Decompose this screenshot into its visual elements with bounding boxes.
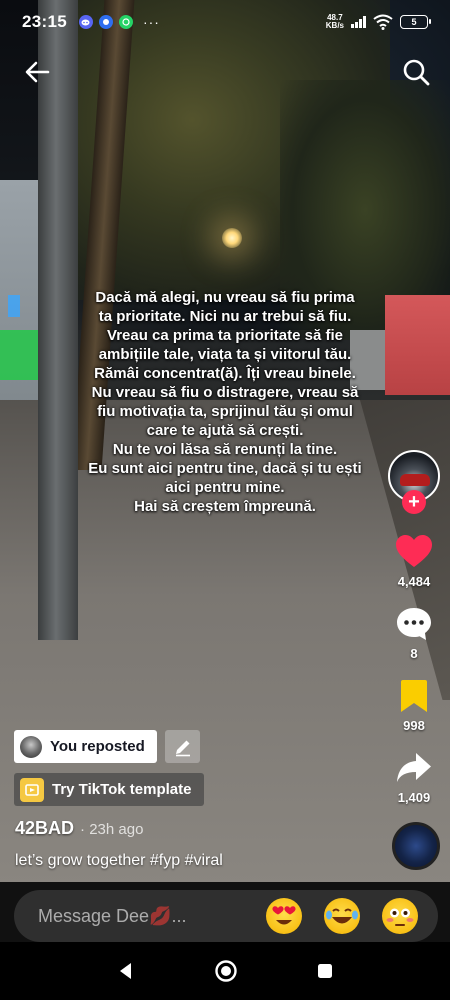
more-notifications-icon: ··· bbox=[142, 14, 160, 30]
nav-back-icon[interactable] bbox=[115, 960, 137, 982]
music-disc[interactable] bbox=[392, 822, 440, 870]
follow-button[interactable]: + bbox=[402, 490, 426, 514]
author-line: 42BAD · 23h ago bbox=[15, 818, 143, 839]
overlay-line: Nu vreau să fiu o distragere, vreau să bbox=[91, 384, 359, 401]
edit-repost-button[interactable] bbox=[165, 730, 200, 763]
post-time: · 23h ago bbox=[80, 821, 144, 838]
overlay-line: care te ajută să crești. bbox=[146, 422, 304, 439]
overlay-line: fiu motivația ta, sprijinul tău și omul bbox=[97, 403, 353, 420]
overlay-line: Vreau ca prima ta prioritate să fie bbox=[107, 327, 343, 344]
avatar-car-image bbox=[400, 474, 430, 486]
network-speed: 48.7 KB/s bbox=[325, 13, 344, 30]
comment-icon bbox=[397, 608, 431, 640]
template-icon bbox=[20, 777, 44, 802]
message-placeholder: Message Dee💋... bbox=[38, 905, 187, 926]
building-right-red bbox=[385, 295, 450, 395]
overlay-line: aici pentru mine. bbox=[165, 479, 285, 496]
comment-count: 8 bbox=[410, 646, 418, 661]
street-lamp bbox=[222, 228, 242, 248]
nav-home-icon[interactable] bbox=[213, 958, 239, 984]
flushed-emoji-icon[interactable] bbox=[382, 898, 418, 934]
like-count: 4,484 bbox=[397, 574, 431, 589]
share-arrow-icon bbox=[397, 753, 431, 782]
template-label: Try TikTok template bbox=[52, 781, 192, 798]
like-action[interactable]: 4,484 bbox=[384, 532, 444, 589]
overlay-line: Nu te voi lăsa să renunți la tine. bbox=[112, 441, 338, 458]
nav-recents-icon[interactable] bbox=[315, 961, 335, 981]
green-sign bbox=[0, 330, 40, 380]
overlay-line: ta prioritate. Nici nu ar trebui să fiu. bbox=[98, 308, 352, 325]
message-input[interactable]: Message Dee💋... bbox=[14, 890, 438, 942]
heart-icon bbox=[396, 535, 432, 567]
overlay-line: Dacă mă alegi, nu vreau să fiu prima bbox=[95, 289, 355, 306]
search-button[interactable] bbox=[400, 56, 432, 88]
search-icon bbox=[403, 59, 430, 86]
blue-sign bbox=[8, 295, 20, 317]
back-button[interactable] bbox=[22, 56, 54, 88]
overlay-line: ambițiile tale, viața ta și viitorul tău… bbox=[98, 346, 352, 363]
status-bar: 23:15 ··· 48.7 KB/s 5 bbox=[0, 0, 450, 44]
pencil-icon bbox=[175, 740, 190, 756]
user-avatar bbox=[20, 735, 42, 758]
tears-of-joy-emoji-icon[interactable] bbox=[324, 898, 360, 934]
save-count: 998 bbox=[403, 718, 425, 733]
share-action[interactable]: 1,409 bbox=[384, 748, 444, 805]
wifi-icon bbox=[373, 14, 393, 30]
overlay-line: Hai să creștem împreună. bbox=[134, 498, 316, 515]
tiktok-template-button[interactable]: Try TikTok template bbox=[14, 773, 204, 806]
save-action[interactable]: 998 bbox=[384, 676, 444, 733]
battery-icon: 5 bbox=[400, 15, 431, 29]
bookmark-icon bbox=[401, 680, 427, 712]
comment-action[interactable]: 8 bbox=[384, 604, 444, 661]
signal-icon bbox=[351, 16, 366, 28]
share-count: 1,409 bbox=[397, 790, 431, 805]
discord-icon bbox=[78, 15, 93, 29]
reposted-badge[interactable]: You reposted bbox=[14, 730, 157, 763]
heart-eyes-emoji-icon[interactable] bbox=[266, 898, 302, 934]
status-time: 23:15 bbox=[22, 12, 67, 31]
whatsapp-icon bbox=[118, 15, 133, 29]
post-caption[interactable]: let’s grow together #fyp #viral bbox=[15, 852, 223, 870]
arrow-left-icon bbox=[25, 61, 50, 83]
messenger-icon bbox=[98, 15, 113, 29]
system-nav-bar bbox=[0, 942, 450, 1000]
status-indicators: 48.7 KB/s 5 bbox=[325, 13, 431, 30]
repost-label: You reposted bbox=[50, 738, 145, 755]
author-name[interactable]: 42BAD bbox=[15, 818, 74, 839]
notification-icons: ··· bbox=[78, 14, 160, 30]
overlay-line: Rămâi concentrat(ă). Îți vreau binele. bbox=[94, 365, 356, 382]
overlay-line: Eu sunt aici pentru tine, dacă și tu eșt… bbox=[88, 460, 362, 477]
video-text-overlay: Dacă mă alegi, nu vreau să fiu prima ta … bbox=[60, 288, 390, 516]
